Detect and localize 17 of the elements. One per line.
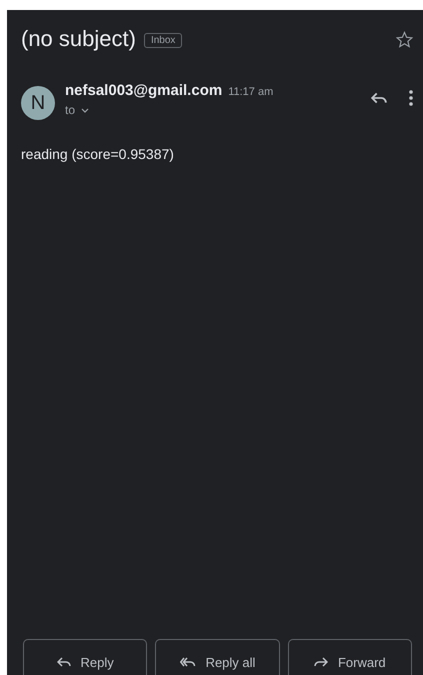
email-time: 11:17 am (228, 86, 274, 98)
forward-button[interactable]: Forward (288, 639, 412, 675)
recipients-toggle[interactable]: to (65, 103, 274, 117)
star-button[interactable] (396, 30, 413, 48)
inbox-label[interactable]: Inbox (144, 33, 182, 48)
sender-avatar: N (21, 86, 55, 120)
more-options-button[interactable] (409, 90, 413, 106)
sender-email: nefsal003@gmail.com (65, 82, 222, 99)
caret-icon (81, 108, 90, 112)
reply-all-icon (180, 657, 196, 667)
reply-button[interactable]: Reply (23, 639, 148, 675)
email-subject: (no subject) (21, 26, 136, 52)
reply-all-button[interactable]: Reply all (155, 639, 280, 675)
forward-icon (314, 657, 328, 667)
reply-button[interactable] (371, 92, 387, 104)
reply-icon (56, 657, 71, 667)
email-body: reading (score=0.95387) (20, 145, 175, 164)
